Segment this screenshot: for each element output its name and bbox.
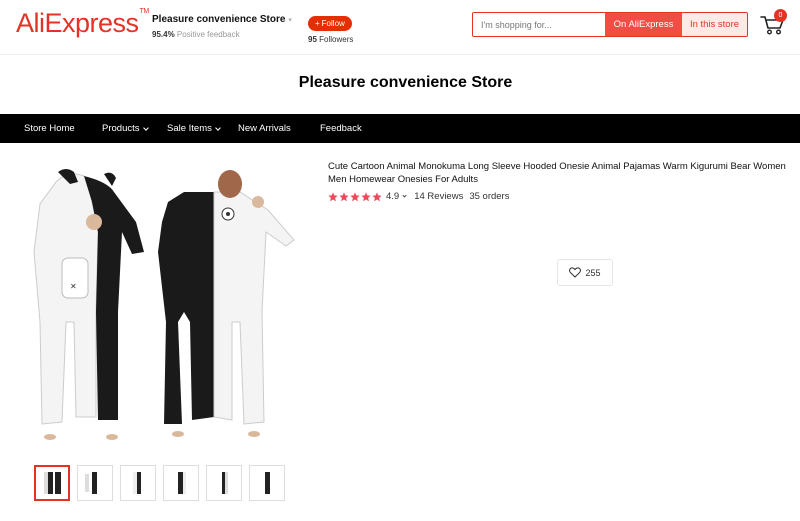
thumbnail-5[interactable] bbox=[206, 465, 242, 501]
search-input[interactable] bbox=[473, 13, 605, 36]
product-title: Cute Cartoon Animal Monokuma Long Sleeve… bbox=[328, 161, 786, 185]
svg-text:✕: ✕ bbox=[70, 282, 77, 291]
star-icon bbox=[328, 191, 338, 201]
chevron-down-icon bbox=[142, 124, 149, 131]
wishlist-button[interactable]: 255 bbox=[557, 259, 613, 286]
rating-stars bbox=[328, 191, 382, 202]
thumbnail-image bbox=[178, 472, 186, 494]
nav-new-arrivals[interactable]: New Arrivals bbox=[238, 123, 291, 134]
star-icon bbox=[361, 191, 371, 201]
thumbnail-2[interactable] bbox=[77, 465, 113, 501]
product-main-image[interactable]: ✕ bbox=[18, 162, 306, 452]
heart-icon bbox=[569, 267, 582, 278]
store-name-link[interactable]: Pleasure convenience Store bbox=[152, 14, 285, 25]
chevron-down-icon bbox=[402, 193, 407, 198]
store-feedback: 95.4% Positive feedback bbox=[152, 30, 292, 39]
wishlist-count: 255 bbox=[585, 267, 601, 278]
positive-label: Positive feedback bbox=[176, 30, 240, 39]
nav-sale-items[interactable]: Sale Items bbox=[167, 123, 221, 134]
nav-feedback[interactable]: Feedback bbox=[320, 123, 362, 134]
thumbnail-4[interactable] bbox=[163, 465, 199, 501]
thumbnail-image bbox=[44, 472, 61, 494]
cart-count-badge: 0 bbox=[774, 9, 787, 22]
followers-label: Followers bbox=[319, 35, 354, 44]
nav-products[interactable]: Products bbox=[102, 123, 149, 134]
thumbnail-image bbox=[265, 472, 270, 494]
star-icon bbox=[372, 191, 382, 201]
thumbnail-strip bbox=[34, 465, 285, 501]
store-banner-title: Pleasure convenience Store bbox=[298, 74, 513, 91]
search-bar: On AliExpress In this store bbox=[472, 12, 748, 37]
positive-percent: 95.4% bbox=[152, 30, 175, 39]
reviews-link[interactable]: 14 Reviews bbox=[414, 191, 463, 202]
aliexpress-logo[interactable]: AliExpressTM bbox=[16, 8, 149, 39]
store-nav: Store Home Products Sale Items New Arriv… bbox=[0, 114, 800, 143]
thumbnail-image bbox=[133, 472, 141, 494]
thumbnail-3[interactable] bbox=[120, 465, 156, 501]
followers: 95 Followers bbox=[308, 35, 353, 44]
logo-tm: TM bbox=[139, 8, 150, 15]
orders-count: 35 orders bbox=[469, 191, 510, 202]
search-aliexpress-button[interactable]: On AliExpress bbox=[605, 13, 682, 36]
star-icon bbox=[350, 191, 360, 201]
follow-label: Follow bbox=[321, 19, 345, 28]
chevron-down-icon bbox=[215, 124, 221, 131]
rating-value[interactable]: 4.9 bbox=[386, 191, 407, 202]
followers-count: 95 bbox=[308, 35, 317, 44]
nav-label: Store Home bbox=[24, 123, 75, 134]
thumbnail-6[interactable] bbox=[249, 465, 285, 501]
thumbnail-image bbox=[85, 472, 97, 494]
store-info: Pleasure convenience Store ▾ 95.4% Posit… bbox=[152, 14, 292, 39]
nav-label: New Arrivals bbox=[238, 123, 291, 134]
caret-down-icon[interactable]: ▾ bbox=[288, 16, 292, 24]
thumbnail-image bbox=[222, 472, 228, 494]
plus-icon: + bbox=[315, 19, 320, 28]
nav-store-home[interactable]: Store Home bbox=[24, 123, 75, 134]
nav-label: Products bbox=[102, 123, 140, 134]
logo-text: AliExpress bbox=[16, 8, 139, 38]
top-header: AliExpressTM Pleasure convenience Store … bbox=[0, 0, 800, 55]
nav-label: Feedback bbox=[320, 123, 362, 134]
nav-label: Sale Items bbox=[167, 123, 212, 134]
rating-number: 4.9 bbox=[386, 191, 400, 202]
follow-block: + Follow 95 Followers bbox=[308, 13, 353, 44]
star-icon bbox=[339, 191, 349, 201]
rating-row: 4.9 14 Reviews 35 orders bbox=[328, 191, 509, 202]
thumbnail-1[interactable] bbox=[34, 465, 70, 501]
search-store-button[interactable]: In this store bbox=[682, 13, 747, 36]
follow-button[interactable]: + Follow bbox=[308, 16, 352, 31]
